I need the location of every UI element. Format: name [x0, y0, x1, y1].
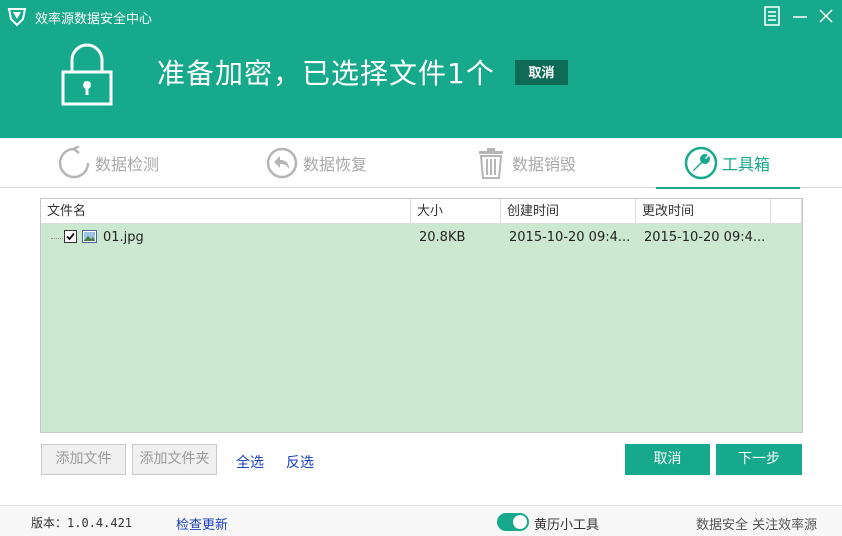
wrench-icon [684, 146, 718, 180]
tab-toolbox-label: 工具箱 [722, 155, 771, 174]
tree-connector [51, 238, 65, 239]
file-list: 文件名 大小 创建时间 更改时间 01.jpg 20.8KB 2015-10-2… [40, 198, 803, 433]
column-header-created[interactable]: 创建时间 [501, 199, 636, 224]
column-header-filename[interactable]: 文件名 [41, 199, 411, 224]
status-footer: 版本：1.0.4.421 检查更新 黄历小工具 数据安全 关注效率源 [0, 505, 842, 536]
image-file-icon [82, 230, 97, 243]
menu-icon[interactable] [760, 4, 784, 28]
tab-toolbox[interactable]: 工具箱 [655, 138, 801, 189]
app-logo-icon [7, 7, 27, 27]
file-checkbox[interactable] [64, 230, 77, 243]
main-nav: 数据检测 数据恢复 数据销毁 工具箱 [0, 138, 842, 189]
calendar-tool-label: 黄历小工具 [534, 518, 600, 533]
file-created-time: 2015-10-20 09:4... [509, 230, 631, 245]
invert-selection-link[interactable]: 反选 [286, 452, 314, 472]
file-name: 01.jpg [103, 230, 144, 245]
lock-icon [60, 42, 114, 106]
header-banner: 效率源数据安全中心 准备加密，已选择文件1个 取消 [0, 0, 842, 138]
column-header-size[interactable]: 大小 [411, 199, 501, 224]
select-all-link[interactable]: 全选 [236, 452, 264, 472]
check-update-link[interactable]: 检查更新 [176, 514, 228, 533]
tab-data-destroy-label: 数据销毁 [512, 155, 577, 174]
title-bar: 效率源数据安全中心 [0, 0, 842, 32]
footer-slogan: 数据安全 关注效率源 [696, 518, 818, 533]
tab-data-detect[interactable]: 数据检测 [57, 138, 159, 188]
column-header-spacer [771, 199, 802, 224]
cancel-button[interactable]: 取消 [625, 444, 710, 475]
encryption-status-message: 准备加密，已选择文件1个 [157, 57, 495, 90]
header-cancel-button[interactable]: 取消 [515, 60, 568, 85]
calendar-tool-toggle[interactable] [497, 513, 529, 531]
checkmark-icon [66, 232, 75, 241]
version-label: 版本：1.0.4.421 [31, 516, 133, 530]
tab-data-recover-label: 数据恢复 [303, 155, 368, 174]
app-title: 效率源数据安全中心 [35, 12, 153, 27]
toggle-knob [513, 515, 527, 529]
tab-data-destroy[interactable]: 数据销毁 [474, 138, 576, 188]
file-modified-time: 2015-10-20 09:4... [644, 230, 766, 245]
add-file-button[interactable]: 添加文件 [41, 444, 126, 475]
close-icon[interactable] [814, 4, 838, 28]
column-header-modified[interactable]: 更改时间 [636, 199, 771, 224]
tab-data-recover[interactable]: 数据恢复 [265, 138, 367, 188]
undo-arrow-icon [266, 147, 298, 179]
file-list-header: 文件名 大小 创建时间 更改时间 [41, 199, 802, 224]
refresh-circle-icon [58, 146, 90, 179]
next-step-button[interactable]: 下一步 [716, 444, 802, 475]
minimize-icon[interactable] [788, 4, 812, 28]
add-folder-button[interactable]: 添加文件夹 [132, 444, 217, 475]
file-size: 20.8KB [419, 230, 466, 245]
tab-data-detect-label: 数据检测 [95, 155, 160, 174]
table-row[interactable]: 01.jpg 20.8KB 2015-10-20 09:4... 2015-10… [41, 225, 802, 251]
trash-icon [479, 148, 503, 179]
